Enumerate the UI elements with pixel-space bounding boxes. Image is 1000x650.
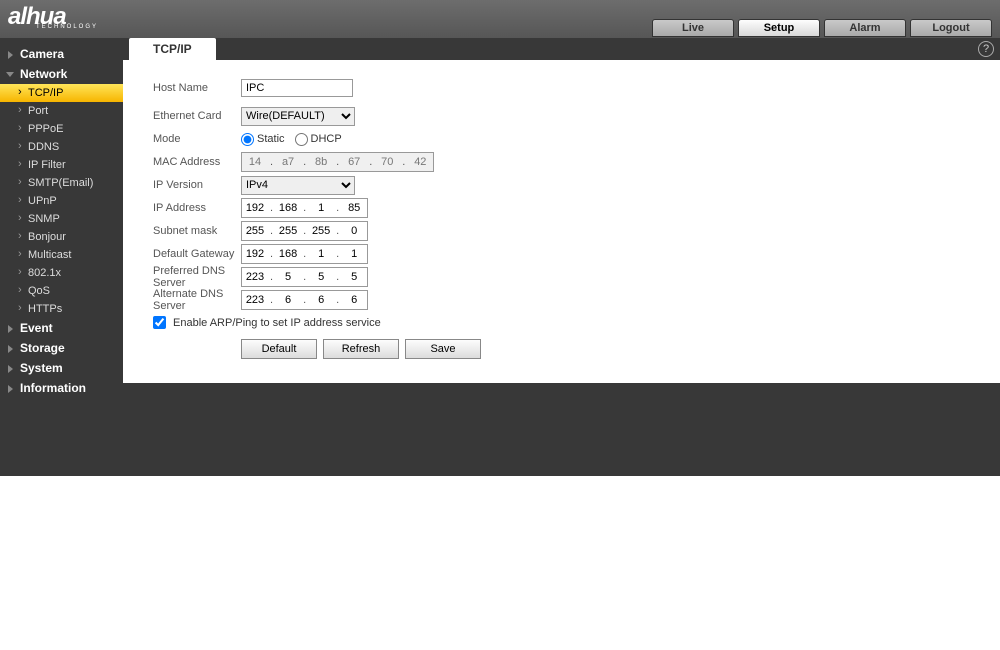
sidebar-item-pppoe[interactable]: PPPoE [0,120,123,138]
sidebar-network[interactable]: Network [0,64,123,84]
gw-oct-1[interactable] [275,245,301,263]
mac-oct-4 [374,153,400,171]
help-icon[interactable]: ? [978,41,994,57]
label-arp: Enable ARP/Ping to set IP address servic… [173,317,381,329]
tabbar: TCP/IP ? [123,38,1000,60]
arp-checkbox[interactable] [153,316,166,329]
sidebar-item-multicast[interactable]: Multicast [0,246,123,264]
sidebar-item-snmp[interactable]: SNMP [0,210,123,228]
gw-oct-3[interactable] [341,245,367,263]
sidebar-information[interactable]: Information [0,378,123,398]
label-mac: MAC Address [153,156,241,168]
adns-oct-1[interactable] [275,291,301,309]
mac-oct-3 [341,153,367,171]
label-pdns: Preferred DNS Server [153,265,241,289]
sidebar-storage[interactable]: Storage [0,338,123,358]
sidebar-item-https[interactable]: HTTPs [0,300,123,318]
sidebar-item-bonjour[interactable]: Bonjour [0,228,123,246]
brand-name: alhua [8,9,98,26]
label-static: Static [257,133,285,145]
label-ipaddr: IP Address [153,202,241,214]
label-mode: Mode [153,133,241,145]
default-button[interactable]: Default [241,339,317,359]
pdns-oct-0[interactable] [242,268,268,286]
label-ethcard: Ethernet Card [153,110,241,122]
hostname-input[interactable] [241,79,353,97]
ip-group: ... [241,198,368,218]
gw-oct-2[interactable] [308,245,334,263]
ip-oct-0[interactable] [242,199,268,217]
nav-logout[interactable]: Logout [910,19,992,37]
sidebar-item-ddns[interactable]: DDNS [0,138,123,156]
mask-oct-3[interactable] [341,222,367,240]
sidebar-item-qos[interactable]: QoS [0,282,123,300]
adns-group: ... [241,290,368,310]
pdns-group: ... [241,267,368,287]
nav-live[interactable]: Live [652,19,734,37]
top-nav: Live Setup Alarm Logout [652,1,992,37]
nav-setup[interactable]: Setup [738,19,820,37]
label-adns: Alternate DNS Server [153,288,241,312]
pdns-oct-3[interactable] [341,268,367,286]
sidebar: Camera Network TCP/IPPortPPPoEDDNSIP Fil… [0,38,123,476]
mode-dhcp-radio[interactable] [295,133,308,146]
pdns-oct-2[interactable] [308,268,334,286]
nav-alarm[interactable]: Alarm [824,19,906,37]
tab-tcpip[interactable]: TCP/IP [129,38,216,60]
mac-oct-1 [275,153,301,171]
ip-oct-1[interactable] [275,199,301,217]
pdns-oct-1[interactable] [275,268,301,286]
mask-group: ... [241,221,368,241]
sidebar-camera[interactable]: Camera [0,44,123,64]
gw-oct-0[interactable] [242,245,268,263]
label-subnet: Subnet mask [153,225,241,237]
sidebar-item-tcpip[interactable]: TCP/IP [0,84,123,102]
content-wrap: TCP/IP ? Host Name Ethernet Card Wire(DE… [123,38,1000,476]
brand-sub: TECHNOLOGY [36,25,98,29]
topbar: alhua TECHNOLOGY Live Setup Alarm Logout [0,0,1000,38]
adns-oct-2[interactable] [308,291,334,309]
label-dhcp: DHCP [311,133,342,145]
gw-group: ... [241,244,368,264]
label-hostname: Host Name [153,82,241,94]
ipver-select[interactable]: IPv4 [241,176,355,195]
ip-oct-2[interactable] [308,199,334,217]
mac-oct-2 [308,153,334,171]
mode-static-radio[interactable] [241,133,254,146]
save-button[interactable]: Save [405,339,481,359]
mask-oct-0[interactable] [242,222,268,240]
ip-oct-3[interactable] [341,199,367,217]
mask-oct-2[interactable] [308,222,334,240]
sidebar-system[interactable]: System [0,358,123,378]
label-gateway: Default Gateway [153,248,241,260]
main: Camera Network TCP/IPPortPPPoEDDNSIP Fil… [0,38,1000,476]
mac-oct-0 [242,153,268,171]
adns-oct-0[interactable] [242,291,268,309]
sidebar-item-smtpemail[interactable]: SMTP(Email) [0,174,123,192]
sidebar-item-port[interactable]: Port [0,102,123,120]
sidebar-event[interactable]: Event [0,318,123,338]
sidebar-item-ipfilter[interactable]: IP Filter [0,156,123,174]
mask-oct-1[interactable] [275,222,301,240]
refresh-button[interactable]: Refresh [323,339,399,359]
adns-oct-3[interactable] [341,291,367,309]
mac-oct-5 [407,153,433,171]
mac-group: ..... [241,152,434,172]
label-ipver: IP Version [153,179,241,191]
brand-logo: alhua TECHNOLOGY [8,9,98,30]
sidebar-item-8021x[interactable]: 802.1x [0,264,123,282]
content: Host Name Ethernet Card Wire(DEFAULT) Mo… [123,60,1000,383]
ethcard-select[interactable]: Wire(DEFAULT) [241,107,355,126]
sidebar-item-upnp[interactable]: UPnP [0,192,123,210]
